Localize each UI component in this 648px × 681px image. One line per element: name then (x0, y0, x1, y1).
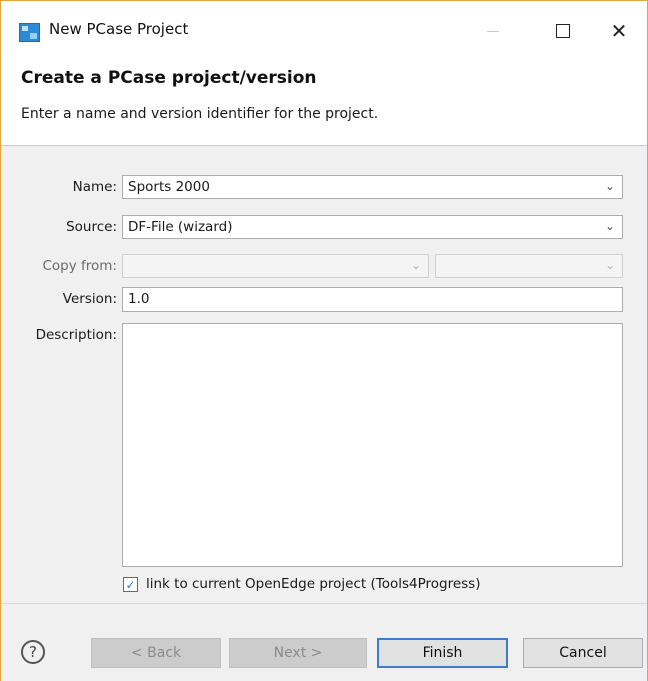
source-label: Source: (66, 219, 117, 235)
copy-from-label: Copy from: (42, 258, 117, 274)
help-button[interactable]: ? (21, 640, 45, 664)
button-bar: ? < Back Next > Finish Cancel (1, 603, 647, 681)
chevron-down-icon[interactable]: ⌄ (605, 179, 615, 193)
title-bar: New PCase Project ✕ (1, 1, 647, 59)
chevron-down-icon[interactable]: ⌄ (605, 258, 615, 272)
version-label: Version: (62, 291, 117, 307)
minimize-icon (487, 30, 499, 32)
copy-from-project-combo[interactable]: ⌄ (122, 254, 429, 278)
dialog-window: New PCase Project ✕ Create a PCase proje… (0, 0, 648, 681)
copy-from-version-combo[interactable]: ⌄ (435, 254, 623, 278)
version-input[interactable]: 1.0 (122, 287, 623, 312)
cancel-button[interactable]: Cancel (523, 638, 643, 668)
app-icon (19, 23, 40, 42)
name-combo[interactable]: Sports 2000 ⌄ (122, 175, 623, 199)
name-value: Sports 2000 (128, 179, 210, 195)
chevron-down-icon[interactable]: ⌄ (605, 219, 615, 233)
page-title: Create a PCase project/version (21, 68, 317, 88)
page-description: Enter a name and version identifier for … (21, 106, 379, 122)
finish-button[interactable]: Finish (377, 638, 508, 668)
link-checkbox[interactable]: ✓ (123, 577, 138, 592)
wizard-header: Create a PCase project/version Enter a n… (1, 59, 647, 145)
checkmark-icon: ✓ (125, 577, 136, 592)
next-button[interactable]: Next > (229, 638, 367, 668)
window-title: New PCase Project (49, 20, 189, 38)
close-icon: ✕ (610, 19, 628, 43)
link-checkbox-label[interactable]: link to current OpenEdge project (Tools4… (146, 576, 480, 592)
maximize-button[interactable] (541, 15, 585, 47)
minimize-button[interactable] (471, 15, 515, 47)
chevron-down-icon[interactable]: ⌄ (411, 258, 421, 272)
close-button[interactable]: ✕ (597, 15, 641, 47)
help-icon: ? (29, 643, 37, 661)
description-label: Description: (35, 327, 117, 343)
maximize-icon (556, 24, 570, 38)
name-label: Name: (72, 179, 117, 195)
source-combo[interactable]: DF-File (wizard) ⌄ (122, 215, 623, 239)
source-value: DF-File (wizard) (128, 219, 233, 235)
version-value: 1.0 (128, 291, 150, 307)
back-button[interactable]: < Back (91, 638, 221, 668)
form-area: Name: Sports 2000 ⌄ Source: DF-File (wiz… (1, 146, 647, 603)
description-textarea[interactable] (122, 323, 623, 567)
